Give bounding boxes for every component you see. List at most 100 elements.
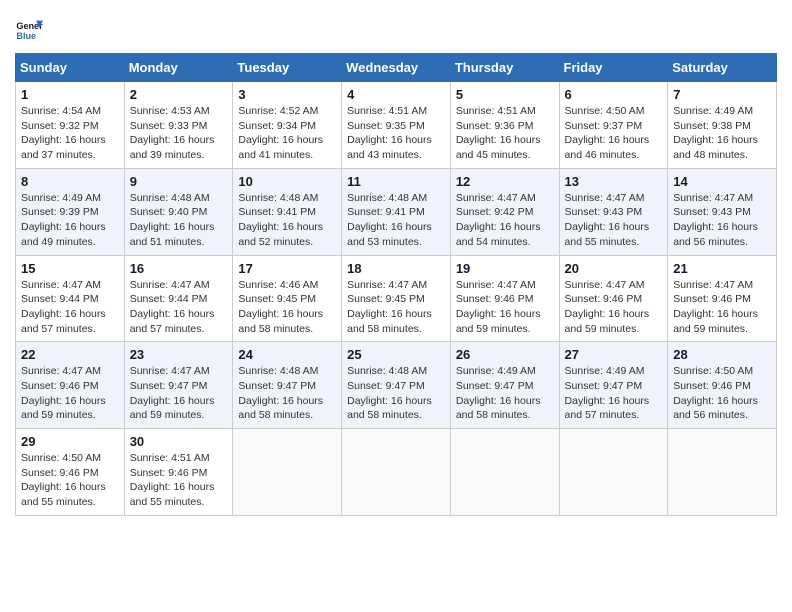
day-number: 10 [238,174,336,189]
calendar-day-cell: 6 Sunrise: 4:50 AMSunset: 9:37 PMDaylight… [559,82,668,169]
day-number: 2 [130,87,228,102]
day-of-week-header: Thursday [450,54,559,82]
calendar-day-cell: 1 Sunrise: 4:54 AMSunset: 9:32 PMDaylight… [16,82,125,169]
day-info: Sunrise: 4:47 AMSunset: 9:46 PMDaylight:… [456,278,554,337]
day-number: 7 [673,87,771,102]
day-info: Sunrise: 4:51 AMSunset: 9:46 PMDaylight:… [130,451,228,510]
calendar-week-row: 1 Sunrise: 4:54 AMSunset: 9:32 PMDaylight… [16,82,777,169]
logo: General Blue [15,15,47,43]
day-number: 14 [673,174,771,189]
calendar-day-cell: 27Sunrise: 4:49 AMSunset: 9:47 PMDayligh… [559,342,668,429]
day-of-week-header: Wednesday [342,54,451,82]
calendar-day-cell: 23 Sunrise: 4:47 AMSunset: 9:47 PMDayligh… [124,342,233,429]
day-info: Sunrise: 4:52 AMSunset: 9:34 PMDaylight:… [238,104,336,163]
day-info: Sunrise: 4:50 AMSunset: 9:46 PMDaylight:… [21,451,119,510]
calendar-day-cell [342,429,451,516]
day-number: 5 [456,87,554,102]
day-info: Sunrise: 4:47 AMSunset: 9:42 PMDaylight:… [456,191,554,250]
calendar-day-cell: 22 Sunrise: 4:47 AMSunset: 9:46 PMDayligh… [16,342,125,429]
day-info: Sunrise: 4:47 AMSunset: 9:43 PMDaylight:… [673,191,771,250]
day-number: 8 [21,174,119,189]
calendar-day-cell: 25 Sunrise: 4:48 AMSunset: 9:47 PMDayligh… [342,342,451,429]
day-info: Sunrise: 4:53 AMSunset: 9:33 PMDaylight:… [130,104,228,163]
day-number: 3 [238,87,336,102]
day-number: 29 [21,434,119,449]
day-info: Sunrise: 4:51 AMSunset: 9:35 PMDaylight:… [347,104,445,163]
day-info: Sunrise: 4:49 AMSunset: 9:39 PMDaylight:… [21,191,119,250]
day-info: Sunrise: 4:47 AMSunset: 9:44 PMDaylight:… [130,278,228,337]
day-info: Sunrise: 4:47 AMSunset: 9:46 PMDaylight:… [565,278,663,337]
day-number: 6 [565,87,663,102]
calendar-day-cell: 10Sunrise: 4:48 AMSunset: 9:41 PMDayligh… [233,168,342,255]
calendar-day-cell: 14 Sunrise: 4:47 AMSunset: 9:43 PMDayligh… [668,168,777,255]
calendar-day-cell: 9 Sunrise: 4:48 AMSunset: 9:40 PMDaylight… [124,168,233,255]
day-of-week-header: Monday [124,54,233,82]
calendar-week-row: 29 Sunrise: 4:50 AMSunset: 9:46 PMDayligh… [16,429,777,516]
day-number: 13 [565,174,663,189]
calendar-day-cell: 21 Sunrise: 4:47 AMSunset: 9:46 PMDayligh… [668,255,777,342]
day-number: 15 [21,261,119,276]
day-info: Sunrise: 4:47 AMSunset: 9:43 PMDaylight:… [565,191,663,250]
day-number: 24 [238,347,336,362]
calendar-day-cell: 13 Sunrise: 4:47 AMSunset: 9:43 PMDayligh… [559,168,668,255]
calendar-day-cell: 20 Sunrise: 4:47 AMSunset: 9:46 PMDayligh… [559,255,668,342]
day-info: Sunrise: 4:48 AMSunset: 9:47 PMDaylight:… [347,364,445,423]
day-number: 9 [130,174,228,189]
day-number: 1 [21,87,119,102]
day-info: Sunrise: 4:50 AMSunset: 9:46 PMDaylight:… [673,364,771,423]
day-info: Sunrise: 4:47 AMSunset: 9:45 PMDaylight:… [347,278,445,337]
day-of-week-header: Tuesday [233,54,342,82]
calendar-day-cell: 17Sunrise: 4:46 AMSunset: 9:45 PMDayligh… [233,255,342,342]
day-number: 28 [673,347,771,362]
calendar-day-cell: 28 Sunrise: 4:50 AMSunset: 9:46 PMDayligh… [668,342,777,429]
day-number: 19 [456,261,554,276]
day-info: Sunrise: 4:48 AMSunset: 9:41 PMDaylight:… [347,191,445,250]
calendar-day-cell [233,429,342,516]
day-number: 25 [347,347,445,362]
day-of-week-header: Saturday [668,54,777,82]
calendar-day-cell: 15 Sunrise: 4:47 AMSunset: 9:44 PMDayligh… [16,255,125,342]
calendar-day-cell: 2 Sunrise: 4:53 AMSunset: 9:33 PMDaylight… [124,82,233,169]
calendar-day-cell: 24 Sunrise: 4:48 AMSunset: 9:47 PMDayligh… [233,342,342,429]
calendar-day-cell: 4 Sunrise: 4:51 AMSunset: 9:35 PMDaylight… [342,82,451,169]
day-info: Sunrise: 4:47 AMSunset: 9:44 PMDaylight:… [21,278,119,337]
calendar-day-cell: 16 Sunrise: 4:47 AMSunset: 9:44 PMDayligh… [124,255,233,342]
day-number: 30 [130,434,228,449]
day-number: 12 [456,174,554,189]
day-number: 22 [21,347,119,362]
calendar-day-cell [559,429,668,516]
day-number: 11 [347,174,445,189]
calendar-day-cell: 11 Sunrise: 4:48 AMSunset: 9:41 PMDayligh… [342,168,451,255]
day-info: Sunrise: 4:48 AMSunset: 9:40 PMDaylight:… [130,191,228,250]
day-number: 17 [238,261,336,276]
day-number: 20 [565,261,663,276]
day-info: Sunrise: 4:47 AMSunset: 9:46 PMDaylight:… [673,278,771,337]
day-info: Sunrise: 4:47 AMSunset: 9:46 PMDaylight:… [21,364,119,423]
day-info: Sunrise: 4:51 AMSunset: 9:36 PMDaylight:… [456,104,554,163]
day-number: 4 [347,87,445,102]
logo-icon: General Blue [15,15,43,43]
calendar-week-row: 22 Sunrise: 4:47 AMSunset: 9:46 PMDayligh… [16,342,777,429]
calendar-day-cell: 29 Sunrise: 4:50 AMSunset: 9:46 PMDayligh… [16,429,125,516]
day-number: 23 [130,347,228,362]
calendar-header-row: SundayMondayTuesdayWednesdayThursdayFrid… [16,54,777,82]
calendar-day-cell [668,429,777,516]
calendar-day-cell: 5 Sunrise: 4:51 AMSunset: 9:36 PMDaylight… [450,82,559,169]
calendar-day-cell: 19 Sunrise: 4:47 AMSunset: 9:46 PMDayligh… [450,255,559,342]
day-info: Sunrise: 4:49 AMSunset: 9:47 PMDaylight:… [456,364,554,423]
page-header: General Blue [15,15,777,43]
day-number: 21 [673,261,771,276]
calendar-day-cell: 18 Sunrise: 4:47 AMSunset: 9:45 PMDayligh… [342,255,451,342]
calendar-day-cell: 12 Sunrise: 4:47 AMSunset: 9:42 PMDayligh… [450,168,559,255]
calendar: SundayMondayTuesdayWednesdayThursdayFrid… [15,53,777,516]
day-info: Sunrise: 4:50 AMSunset: 9:37 PMDaylight:… [565,104,663,163]
day-number: 16 [130,261,228,276]
day-info: Sunrise: 4:54 AMSunset: 9:32 PMDaylight:… [21,104,119,163]
calendar-day-cell: 3 Sunrise: 4:52 AMSunset: 9:34 PMDaylight… [233,82,342,169]
day-number: 18 [347,261,445,276]
calendar-day-cell: 8 Sunrise: 4:49 AMSunset: 9:39 PMDaylight… [16,168,125,255]
day-info: Sunrise: 4:48 AMSunset: 9:47 PMDaylight:… [238,364,336,423]
day-info: Sunrise: 4:47 AMSunset: 9:47 PMDaylight:… [130,364,228,423]
calendar-day-cell [450,429,559,516]
calendar-week-row: 15 Sunrise: 4:47 AMSunset: 9:44 PMDayligh… [16,255,777,342]
